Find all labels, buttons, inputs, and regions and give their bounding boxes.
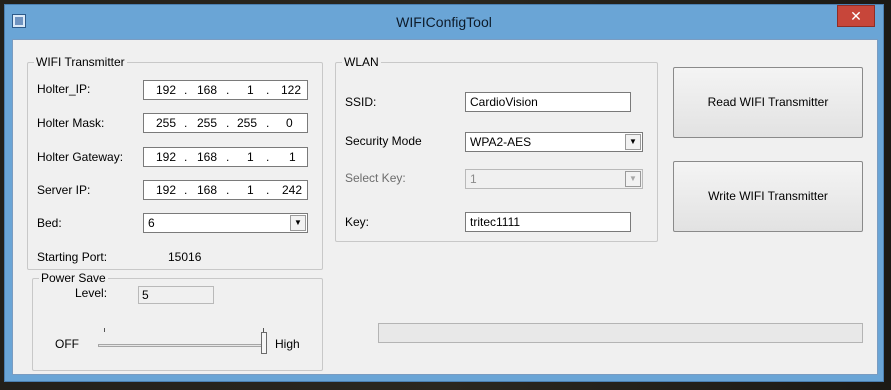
holter-mask-label: Holter Mask:	[37, 116, 105, 130]
ip-dot: .	[266, 116, 270, 130]
holter-gateway-octet-1: 192	[156, 150, 177, 164]
power-save-slider-track[interactable]	[98, 344, 262, 347]
server-ip-octet-1: 192	[156, 183, 177, 197]
holter-mask-octet-3: 255	[237, 116, 258, 130]
bed-dropdown-arrow-icon[interactable]: ▼	[290, 215, 306, 231]
security-mode-select[interactable]: WPA2-AES ▼	[465, 132, 643, 152]
ip-dot: .	[266, 183, 270, 197]
starting-port-value: 15016	[168, 250, 202, 264]
select-key-label: Select Key:	[345, 171, 406, 185]
ip-dot: .	[226, 83, 230, 97]
ip-dot: .	[184, 183, 188, 197]
ip-dot: .	[184, 83, 188, 97]
dialog-client-area: WIFI Transmitter Holter_IP: 192 . 168 . …	[12, 39, 878, 375]
holter-ip-octet-2: 168	[197, 83, 218, 97]
bed-value: 6	[148, 216, 155, 230]
power-save-legend: Power Save	[41, 271, 106, 285]
bed-select[interactable]: 6 ▼	[143, 213, 308, 233]
server-ip-octet-3: 1	[247, 183, 254, 197]
close-button[interactable]: ✕	[837, 5, 875, 27]
holter-gateway-field[interactable]: 192 . 168 . 1 . 1	[143, 147, 308, 167]
holter-gateway-octet-2: 168	[197, 150, 218, 164]
holter-gateway-octet-4: 1	[289, 150, 296, 164]
level-value: 5	[142, 288, 149, 302]
off-label: OFF	[55, 337, 79, 351]
ip-dot: .	[184, 116, 188, 130]
holter-ip-octet-3: 1	[247, 83, 254, 97]
holter-gateway-octet-3: 1	[247, 150, 254, 164]
ssid-input[interactable]: CardioVision	[465, 92, 631, 112]
level-display: 5	[138, 286, 214, 304]
key-label: Key:	[345, 215, 370, 229]
read-wifi-transmitter-button[interactable]: Read WIFI Transmitter	[673, 67, 863, 138]
security-mode-dropdown-arrow-icon[interactable]: ▼	[625, 134, 641, 150]
write-wifi-transmitter-button[interactable]: Write WIFI Transmitter	[673, 161, 863, 232]
power-save-slider-thumb[interactable]	[261, 332, 267, 354]
key-input[interactable]: tritec1111	[465, 212, 631, 232]
ip-dot: .	[226, 150, 230, 164]
holter-ip-octet-1: 192	[156, 83, 177, 97]
security-mode-label: Security Mode	[345, 134, 422, 148]
ip-dot: .	[266, 150, 270, 164]
ip-dot: .	[266, 83, 270, 97]
holter-mask-field[interactable]: 255 . 255 . 255 . 0	[143, 113, 308, 133]
server-ip-octet-4: 242	[282, 183, 303, 197]
select-key-value: 1	[470, 172, 477, 186]
key-value: tritec1111	[470, 215, 521, 229]
server-ip-field[interactable]: 192 . 168 . 1 . 242	[143, 180, 308, 200]
holter-mask-octet-2: 255	[197, 116, 218, 130]
holter-gateway-label: Holter Gateway:	[37, 150, 124, 164]
ip-dot: .	[184, 150, 188, 164]
holter-ip-label: Holter_IP:	[37, 82, 91, 96]
bed-label: Bed:	[37, 216, 62, 230]
server-ip-label: Server IP:	[37, 183, 91, 197]
ip-dot: .	[226, 183, 230, 197]
progress-bar	[378, 323, 863, 343]
slider-tick-min	[104, 328, 105, 332]
holter-mask-octet-1: 255	[156, 116, 177, 130]
ssid-label: SSID:	[345, 95, 377, 109]
title-bar[interactable]: WIFIConfigTool ✕	[5, 5, 883, 39]
write-button-label: Write WIFI Transmitter	[708, 189, 828, 203]
main-window: WIFIConfigTool ✕ WIFI Transmitter Holter…	[4, 4, 884, 382]
window-title: WIFIConfigTool	[396, 14, 492, 30]
read-button-label: Read WIFI Transmitter	[707, 95, 829, 109]
server-ip-octet-2: 168	[197, 183, 218, 197]
level-label: Level:	[75, 286, 108, 300]
wifi-transmitter-legend: WIFI Transmitter	[36, 55, 125, 69]
ssid-value: CardioVision	[470, 95, 538, 109]
starting-port-label: Starting Port:	[37, 250, 108, 264]
holter-ip-octet-4: 122	[281, 83, 302, 97]
wlan-legend: WLAN	[344, 55, 379, 69]
holter-mask-octet-4: 0	[286, 116, 293, 130]
security-mode-value: WPA2-AES	[470, 135, 532, 149]
select-key-dropdown-arrow-icon[interactable]: ▼	[625, 171, 641, 187]
select-key-select[interactable]: 1 ▼	[465, 169, 643, 189]
high-label: High	[275, 337, 300, 351]
ip-dot: .	[226, 116, 230, 130]
holter-ip-field[interactable]: 192 . 168 . 1 . 122	[143, 80, 308, 100]
